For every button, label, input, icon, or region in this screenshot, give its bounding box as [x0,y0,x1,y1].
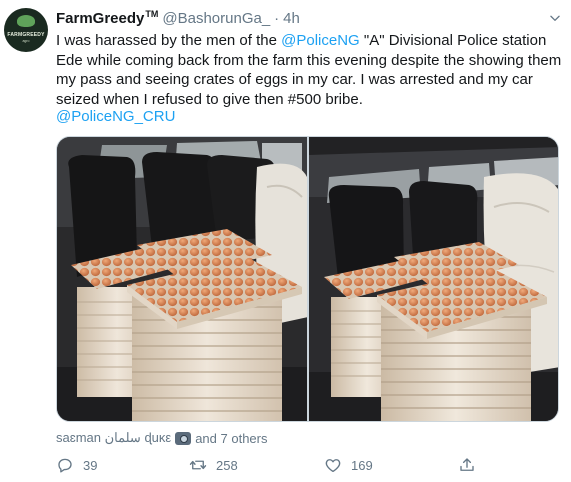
tagged-people[interactable]: saɛman سلمان ɖuκε and 7 others [56,430,267,446]
separator-dot: · [274,10,280,27]
tweet-text: I was harassed by the men of the @Police… [56,32,562,108]
tweet-header: FarmGreedyTM @BashorunGa_ · 4h [56,9,300,29]
tweet-timestamp[interactable]: 4h [283,10,300,27]
share-button[interactable] [458,456,485,474]
avatar[interactable]: FARMGREEDY agro [4,8,48,52]
like-count: 169 [351,457,373,473]
display-name[interactable]: FarmGreedyTM [56,9,158,27]
retweet-count: 258 [216,457,238,473]
share-icon [460,458,474,471]
user-handle[interactable]: @BashorunGa_ [162,10,270,27]
tagged-others[interactable]: and 7 others [195,431,267,446]
reply-count: 39 [83,457,98,473]
media-grid [56,136,559,422]
tweet-actions: 39 258 169 [56,456,496,478]
avatar-logo-text: FARMGREEDY [7,32,45,38]
retweet-button[interactable]: 258 [189,456,238,474]
tweet-photo-1[interactable] [57,137,307,421]
leaf-logo-icon [17,15,35,27]
trademark-mark: TM [145,9,159,19]
camera-emoji-icon [175,431,192,445]
tweet-photo-2[interactable] [308,137,558,421]
avatar-logo-subtext: agro [22,39,30,43]
reply-icon [58,458,72,473]
mention-link-cru[interactable]: @PoliceNG_CRU [56,107,175,126]
reply-button[interactable]: 39 [56,456,97,474]
chevron-down-icon[interactable] [547,10,563,26]
retweet-icon [189,460,207,470]
mention-link[interactable]: @PoliceNG [281,32,360,49]
heart-icon [325,459,341,473]
like-button[interactable]: 169 [324,456,373,474]
tagged-names[interactable]: saɛman سلمان ɖuκε [56,430,171,446]
tweet[interactable]: FARMGREEDY agro FarmGreedyTM @BashorunGa… [0,0,571,482]
